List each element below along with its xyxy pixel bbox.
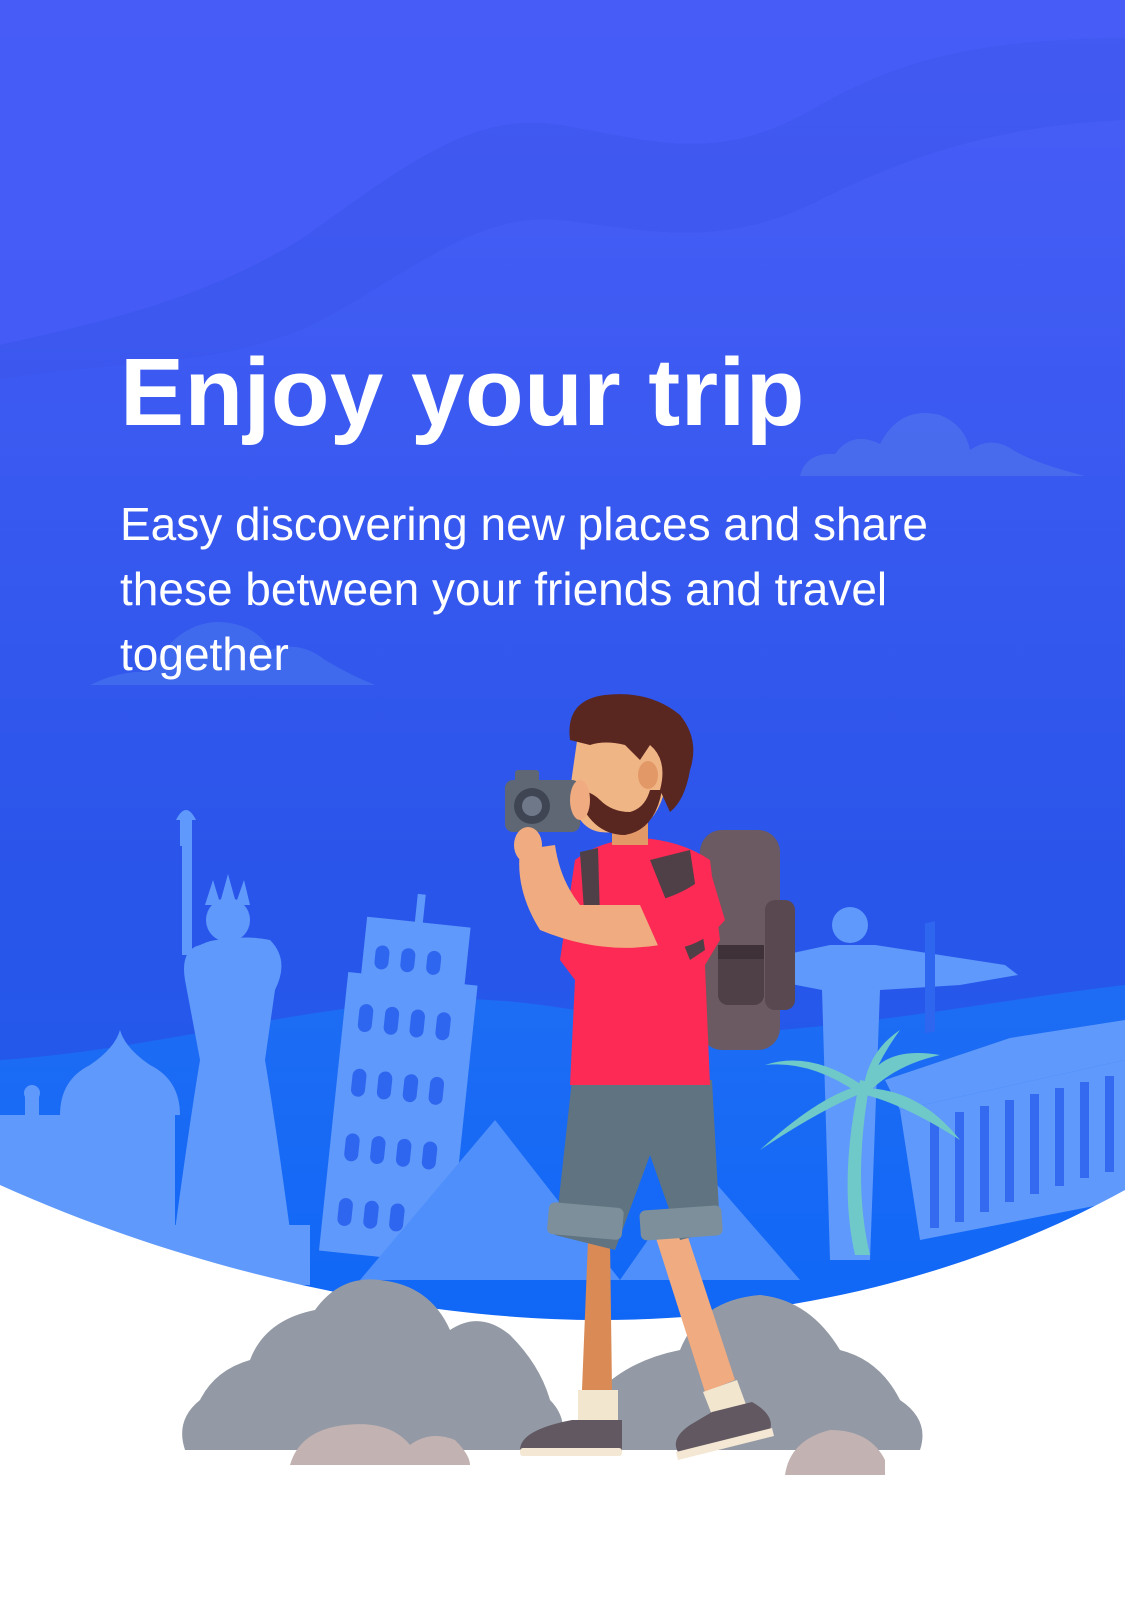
background-illustration: [0, 0, 1125, 1600]
onboarding-description: Easy discovering new places and share th…: [120, 498, 929, 680]
onboarding-screen: Enjoy your trip Easy discovering new pla…: [0, 0, 1125, 1600]
onboarding-title: Enjoy your trip: [120, 339, 805, 446]
